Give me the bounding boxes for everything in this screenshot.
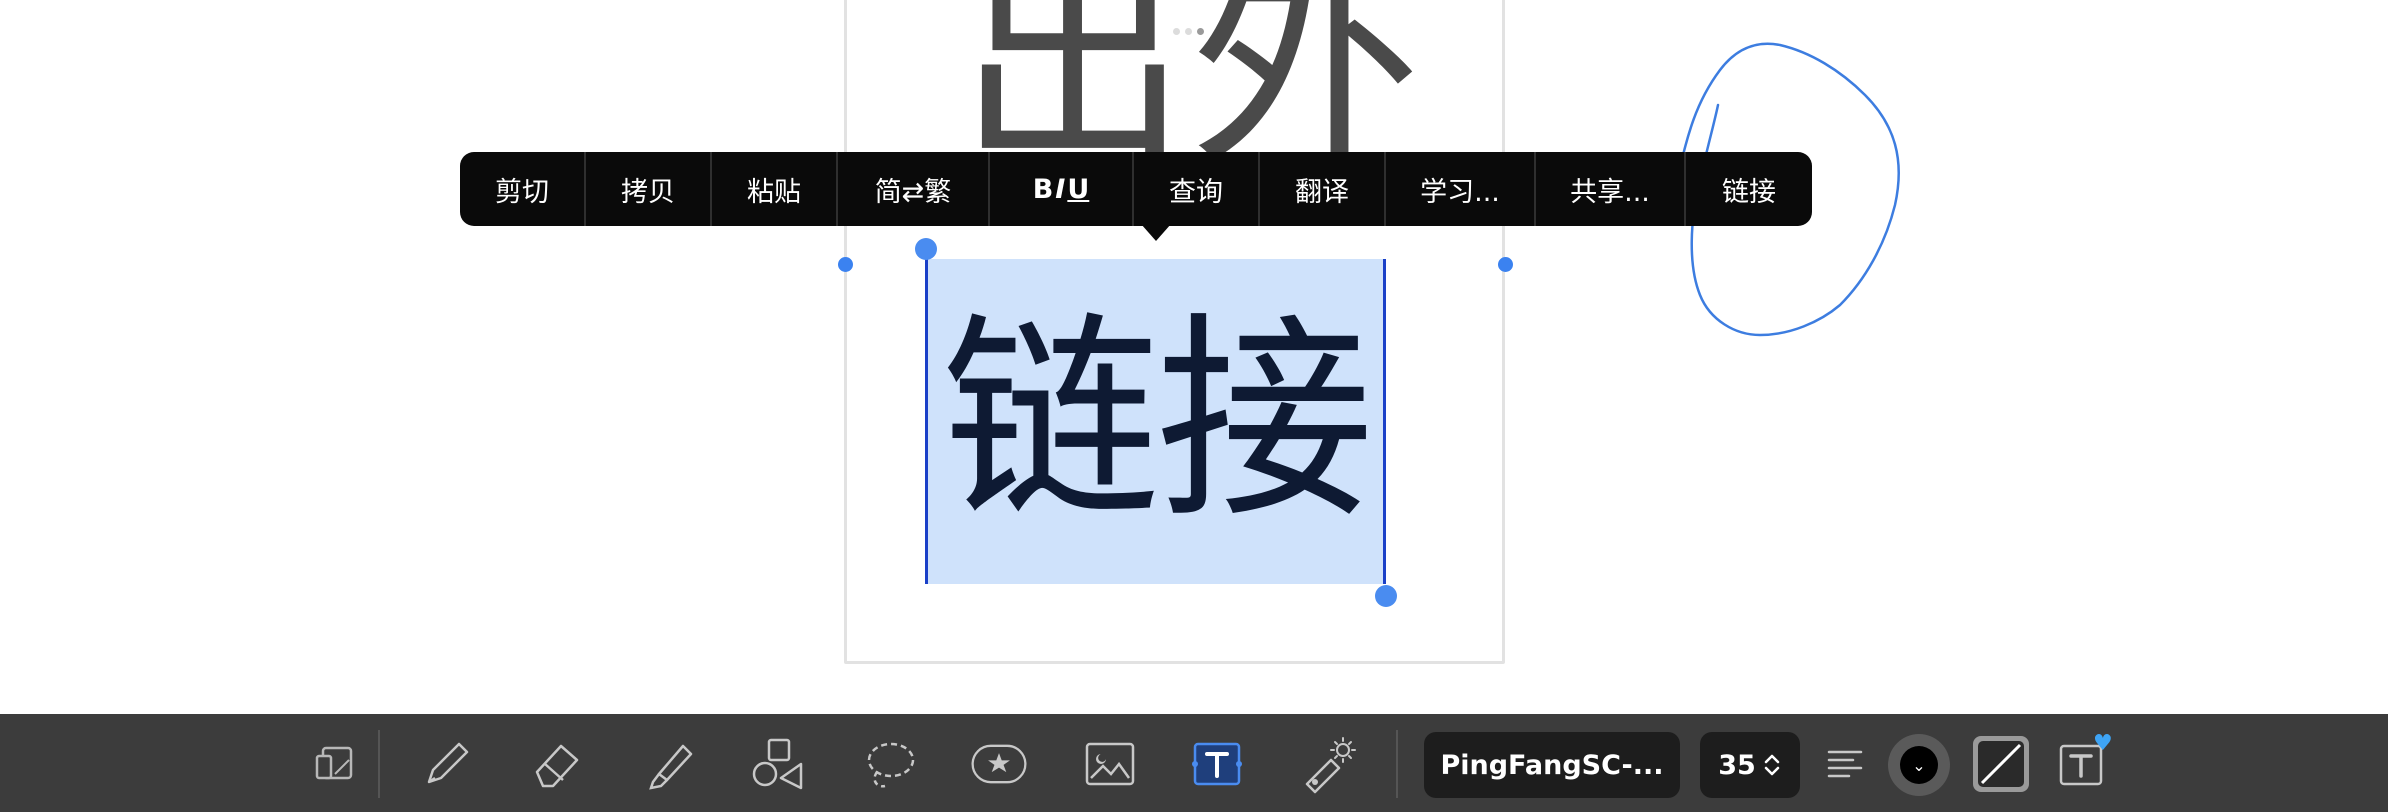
- no-fill-icon: [1978, 741, 2024, 787]
- shapes-tool-button[interactable]: [746, 734, 808, 794]
- page-view-icon: [315, 746, 353, 780]
- menu-item-learn[interactable]: 学习...: [1386, 152, 1536, 226]
- selection-end-handle[interactable]: [1375, 585, 1397, 607]
- favorite-heart-icon: ♥: [2093, 731, 2113, 756]
- font-size-stepper[interactable]: 35: [1700, 732, 1800, 798]
- sticker-icon: [971, 744, 1027, 784]
- align-left-icon: [1827, 750, 1863, 778]
- italic-label: I: [1055, 173, 1066, 205]
- eraser-tool-button[interactable]: [524, 734, 586, 794]
- underline-label: U: [1067, 173, 1090, 205]
- laser-pointer-button[interactable]: [1296, 734, 1358, 794]
- menu-item-link[interactable]: 链接: [1686, 152, 1812, 226]
- text-box-left-resize-handle[interactable]: [838, 257, 853, 272]
- text-tool-icon: [1192, 742, 1242, 786]
- font-family-button[interactable]: PingFangSC-...: [1424, 732, 1680, 798]
- image-icon: [1085, 742, 1135, 786]
- bold-label: B: [1032, 173, 1054, 205]
- text-background-color-button[interactable]: [1973, 736, 2029, 792]
- text-tool-button[interactable]: [1186, 734, 1248, 794]
- page-view-button[interactable]: [304, 734, 366, 794]
- text-box-right-resize-handle[interactable]: [1498, 257, 1513, 272]
- menu-item-text-format[interactable]: BIU: [990, 152, 1134, 226]
- context-menu-pointer: [1141, 224, 1171, 241]
- menu-item-cut[interactable]: 剪切: [460, 152, 586, 226]
- image-tool-button[interactable]: [1078, 734, 1140, 794]
- chevron-down-icon: ⌄: [1900, 746, 1938, 784]
- text-context-menu: 剪切 拷贝 粘贴 简⇄繁 BIU 查询 翻译 学习... 共享... 链接: [460, 152, 1812, 226]
- sticker-tool-button[interactable]: [966, 734, 1032, 794]
- lasso-icon: [867, 742, 915, 788]
- toolbar-divider: [1396, 730, 1398, 798]
- selection-right-edge: [1383, 259, 1386, 584]
- text-color-button[interactable]: ⌄: [1888, 734, 1950, 796]
- font-size-value: 35: [1718, 749, 1756, 781]
- selected-text[interactable]: 链接: [926, 259, 1386, 584]
- highlighter-tool-button[interactable]: [636, 734, 698, 794]
- highlighter-icon: [649, 744, 693, 790]
- menu-item-translate[interactable]: 翻译: [1260, 152, 1386, 226]
- menu-item-paste[interactable]: 粘贴: [712, 152, 838, 226]
- chevron-up-down-icon: [1764, 754, 1780, 776]
- selection-left-edge: [925, 259, 928, 584]
- menu-item-lookup[interactable]: 查询: [1134, 152, 1260, 226]
- pen-tool-button[interactable]: [414, 734, 476, 794]
- laser-pointer-icon: [1305, 737, 1356, 794]
- shapes-icon: [752, 738, 803, 790]
- selection-start-handle[interactable]: [915, 238, 937, 260]
- bottom-toolbar: PingFangSC-... 35 ⌄ ♥: [0, 714, 2388, 812]
- text-align-button[interactable]: [1814, 734, 1876, 794]
- lasso-tool-button[interactable]: [858, 734, 920, 794]
- pen-icon: [427, 742, 469, 784]
- menu-item-copy[interactable]: 拷贝: [586, 152, 712, 226]
- toolbar-divider: [378, 730, 380, 798]
- menu-item-share[interactable]: 共享...: [1536, 152, 1686, 226]
- eraser-icon: [535, 744, 579, 788]
- note-canvas[interactable]: 出外 链接 剪切 拷贝 粘贴 简⇄繁 BIU 查询 翻译 学习... 共享...…: [0, 0, 2388, 714]
- menu-item-convert-chinese[interactable]: 简⇄繁: [838, 152, 990, 226]
